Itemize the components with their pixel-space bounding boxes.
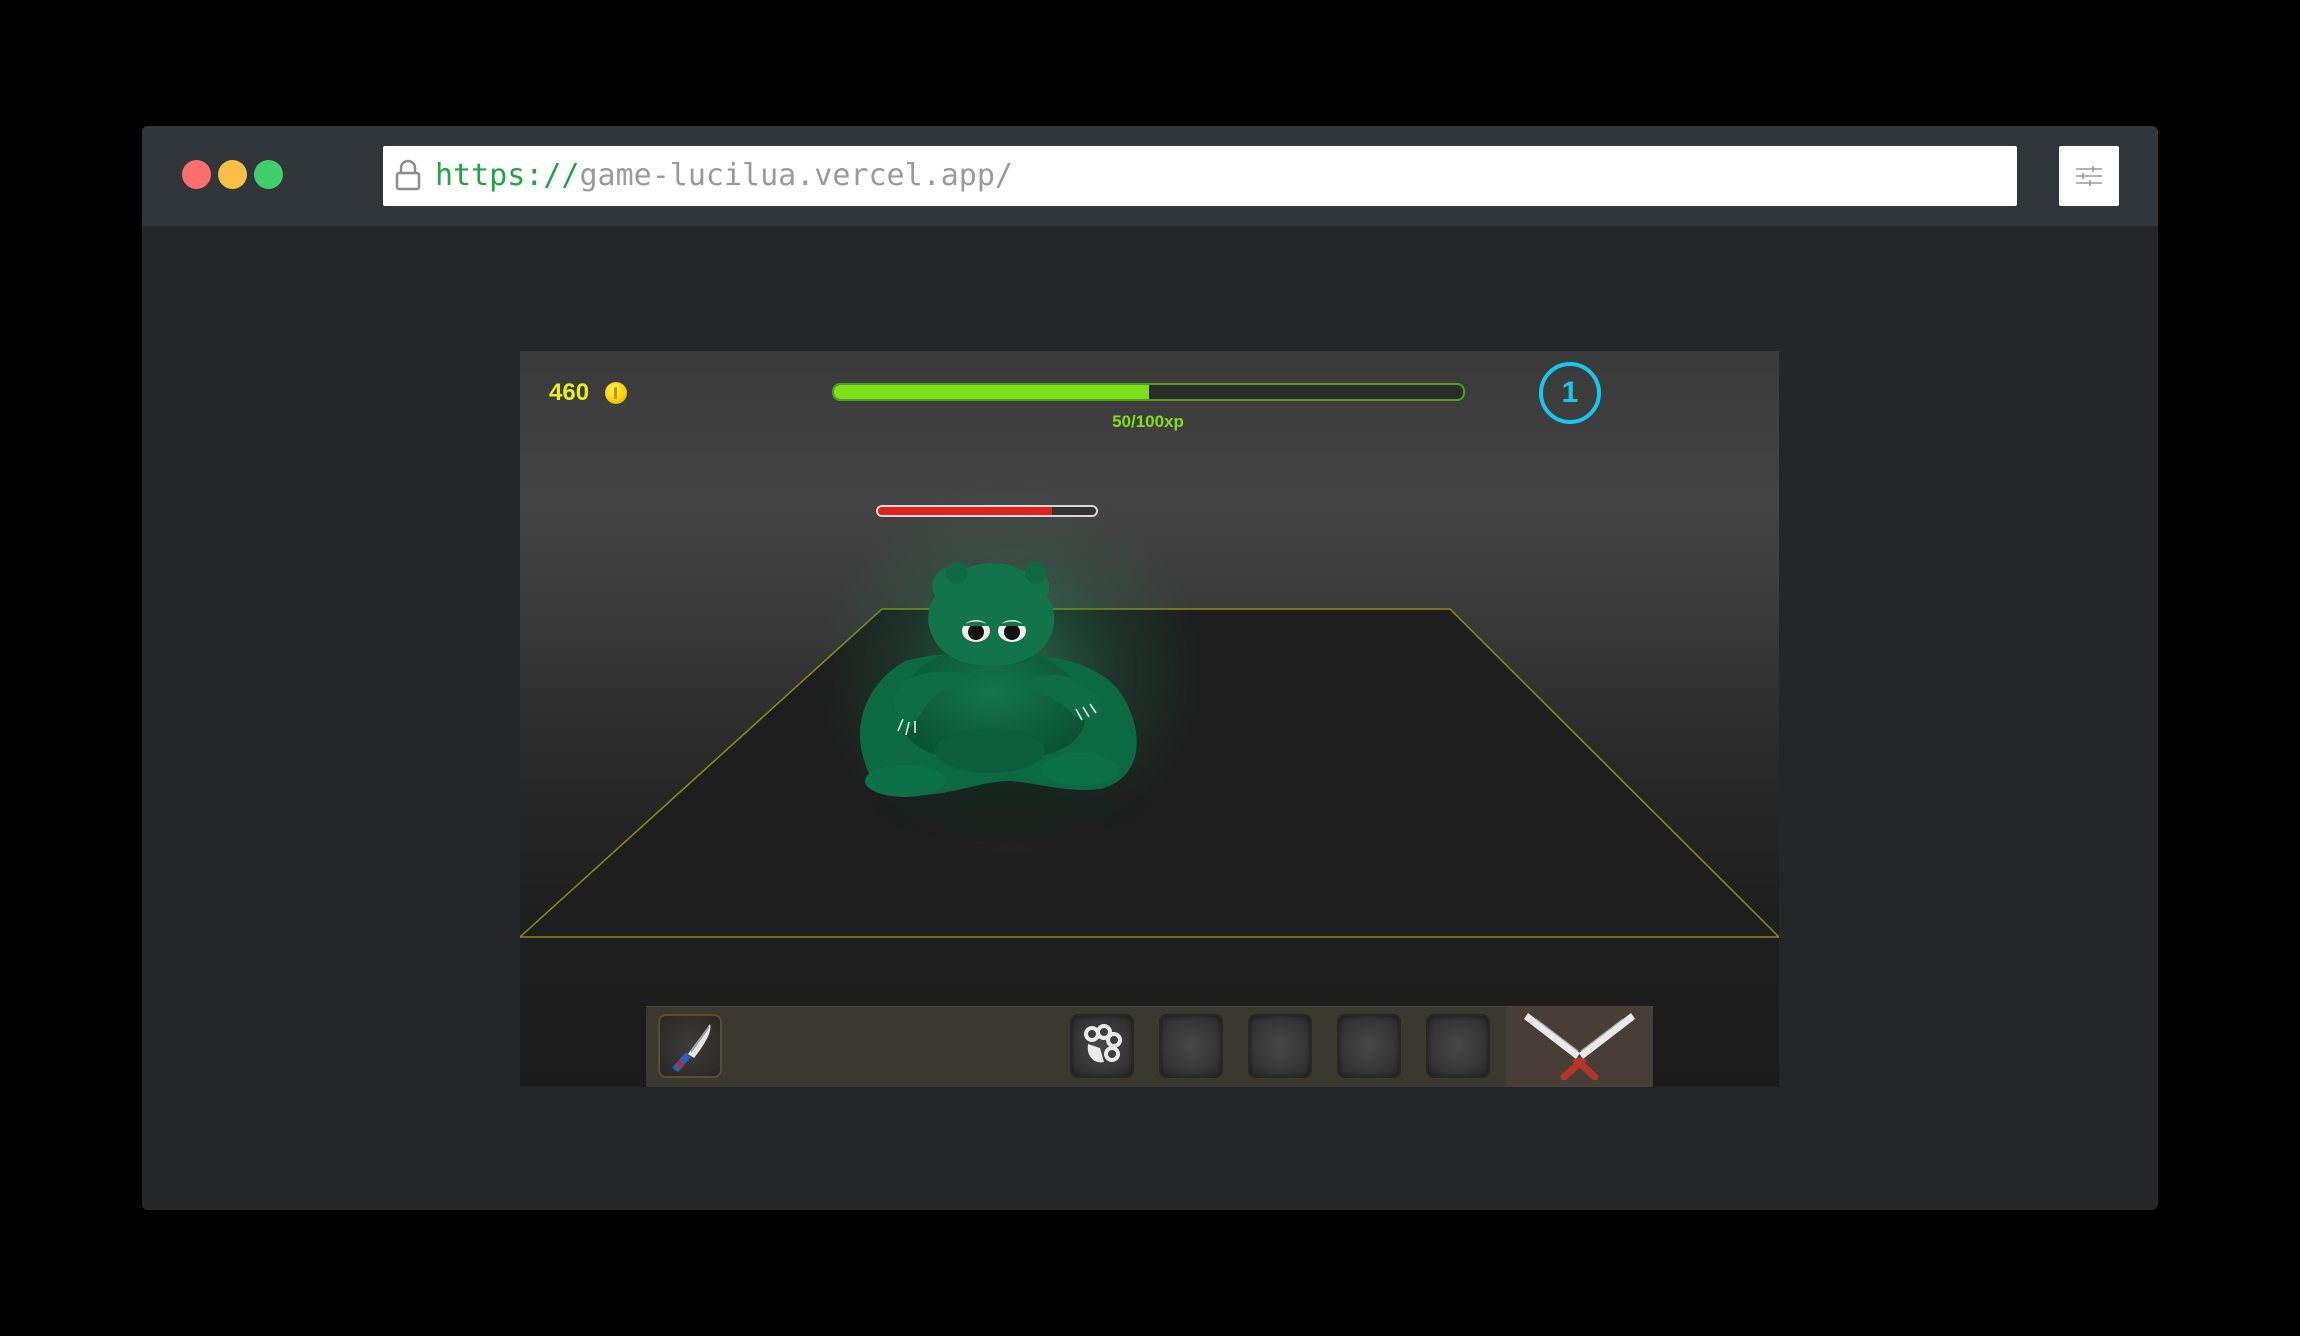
crossed-knives-icon xyxy=(1524,1013,1635,1081)
attack-button[interactable] xyxy=(1506,1007,1653,1087)
address-bar[interactable]: https://game-lucilua.vercel.app/ xyxy=(383,146,2017,206)
hotbar-slot-2[interactable] xyxy=(1070,1014,1134,1078)
url-text: https://game-lucilua.vercel.app/ xyxy=(435,146,1013,206)
xp-bar xyxy=(832,383,1465,401)
xp-label: 50/100xp xyxy=(1112,412,1184,431)
enemy-health-bar xyxy=(876,505,1098,517)
knife-icon xyxy=(672,1024,711,1072)
hotbar-slot-3[interactable] xyxy=(1159,1014,1223,1078)
hotbar-slot-5[interactable] xyxy=(1337,1014,1401,1078)
enemy-health-fill xyxy=(878,507,1053,515)
browser-titlebar: https://game-lucilua.vercel.app/ xyxy=(142,126,2158,226)
coin-icon xyxy=(605,382,628,404)
close-window-button[interactable] xyxy=(182,160,211,189)
game-canvas[interactable]: 460 50/100xp 1 xyxy=(520,351,1779,1087)
xp-bar-fill xyxy=(834,385,1149,399)
hotbar-slot-1[interactable] xyxy=(658,1014,722,1078)
hotbar-slot-6[interactable] xyxy=(1426,1014,1490,1078)
brass-knuckles-icon xyxy=(1084,1024,1122,1063)
arena-scene xyxy=(520,481,1779,938)
settings-menu-button[interactable] xyxy=(2059,146,2119,206)
maximize-window-button[interactable] xyxy=(254,160,283,189)
sliders-icon xyxy=(2076,166,2102,186)
coin-counter: 460 xyxy=(549,378,628,408)
level-badge: 1 xyxy=(1539,362,1601,424)
coin-count: 460 xyxy=(549,379,590,406)
lock-icon xyxy=(395,159,421,191)
browser-window: https://game-lucilua.vercel.app/ 460 50/… xyxy=(142,126,2158,1210)
hotbar xyxy=(646,1006,1653,1087)
minimize-window-button[interactable] xyxy=(218,160,247,189)
url-host: game-lucilua.vercel.app/ xyxy=(579,158,1013,193)
hotbar-slot-4[interactable] xyxy=(1248,1014,1312,1078)
url-scheme: https:// xyxy=(435,158,580,193)
